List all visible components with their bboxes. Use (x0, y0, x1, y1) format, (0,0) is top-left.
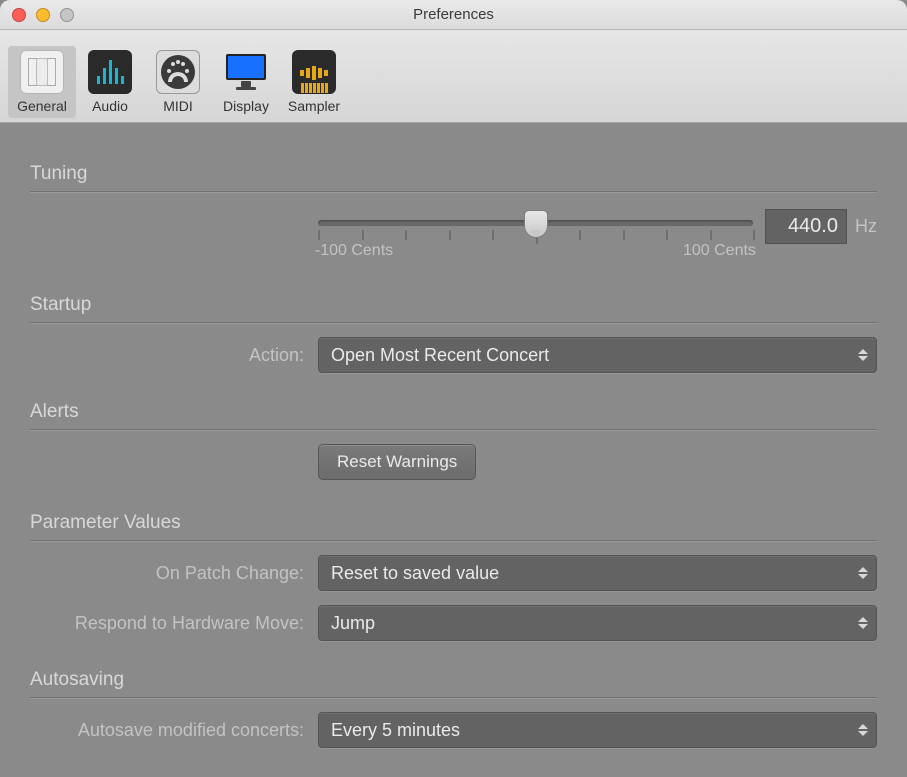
window-title: Preferences (0, 6, 907, 23)
divider (30, 429, 877, 430)
midi-icon (156, 50, 200, 94)
tab-general[interactable]: General (8, 46, 76, 118)
on-patch-change-label: On Patch Change: (30, 563, 318, 584)
tab-label: General (17, 98, 67, 114)
close-window-button[interactable] (12, 8, 26, 22)
popup-value: Reset to saved value (331, 563, 499, 584)
on-patch-change-popup[interactable]: Reset to saved value (318, 555, 877, 591)
tuning-slider[interactable]: -100 Cents 100 Cents (318, 206, 753, 246)
preferences-toolbar: General Audio MIDI Displ (0, 30, 907, 123)
startup-action-label: Action: (30, 345, 318, 366)
tab-midi[interactable]: MIDI (144, 46, 212, 118)
section-header-parameter-values: Parameter Values (30, 512, 877, 534)
tuning-value-field[interactable] (765, 209, 847, 244)
popup-value: Jump (331, 613, 375, 634)
section-header-startup: Startup (30, 294, 877, 316)
popup-arrows-icon (858, 562, 868, 584)
popup-value: Open Most Recent Concert (331, 345, 549, 366)
section-header-alerts: Alerts (30, 401, 877, 423)
tab-audio[interactable]: Audio (76, 46, 144, 118)
respond-hardware-move-label: Respond to Hardware Move: (30, 613, 318, 634)
minimize-window-button[interactable] (36, 8, 50, 22)
respond-hardware-move-popup[interactable]: Jump (318, 605, 877, 641)
divider (30, 540, 877, 541)
reset-warnings-button[interactable]: Reset Warnings (318, 444, 476, 480)
general-icon (20, 50, 64, 94)
tab-sampler[interactable]: Sampler (280, 46, 348, 118)
tab-label: Audio (92, 98, 128, 114)
titlebar: Preferences (0, 0, 907, 30)
slider-min-label: -100 Cents (315, 242, 393, 260)
tab-display[interactable]: Display (212, 46, 280, 118)
autosave-interval-popup[interactable]: Every 5 minutes (318, 712, 877, 748)
tuning-unit-label: Hz (855, 216, 877, 237)
divider (30, 322, 877, 323)
section-header-tuning: Tuning (30, 163, 877, 185)
zoom-window-button (60, 8, 74, 22)
tab-label: MIDI (163, 98, 193, 114)
popup-arrows-icon (858, 612, 868, 634)
startup-action-popup[interactable]: Open Most Recent Concert (318, 337, 877, 373)
slider-max-label: 100 Cents (683, 242, 756, 260)
preferences-window: Preferences General Audio MIDI (0, 0, 907, 777)
popup-value: Every 5 minutes (331, 720, 460, 741)
display-icon (224, 50, 268, 94)
divider (30, 697, 877, 698)
window-controls (12, 8, 74, 22)
audio-icon (88, 50, 132, 94)
section-header-autosaving: Autosaving (30, 669, 877, 691)
tuning-slider-thumb[interactable] (524, 210, 548, 238)
divider (30, 191, 877, 192)
autosave-label: Autosave modified concerts: (30, 720, 318, 741)
general-panel: Tuning -100 Ce (0, 123, 907, 772)
sampler-icon (292, 50, 336, 94)
popup-arrows-icon (858, 719, 868, 741)
tab-label: Sampler (288, 98, 340, 114)
popup-arrows-icon (858, 344, 868, 366)
tab-label: Display (223, 98, 269, 114)
